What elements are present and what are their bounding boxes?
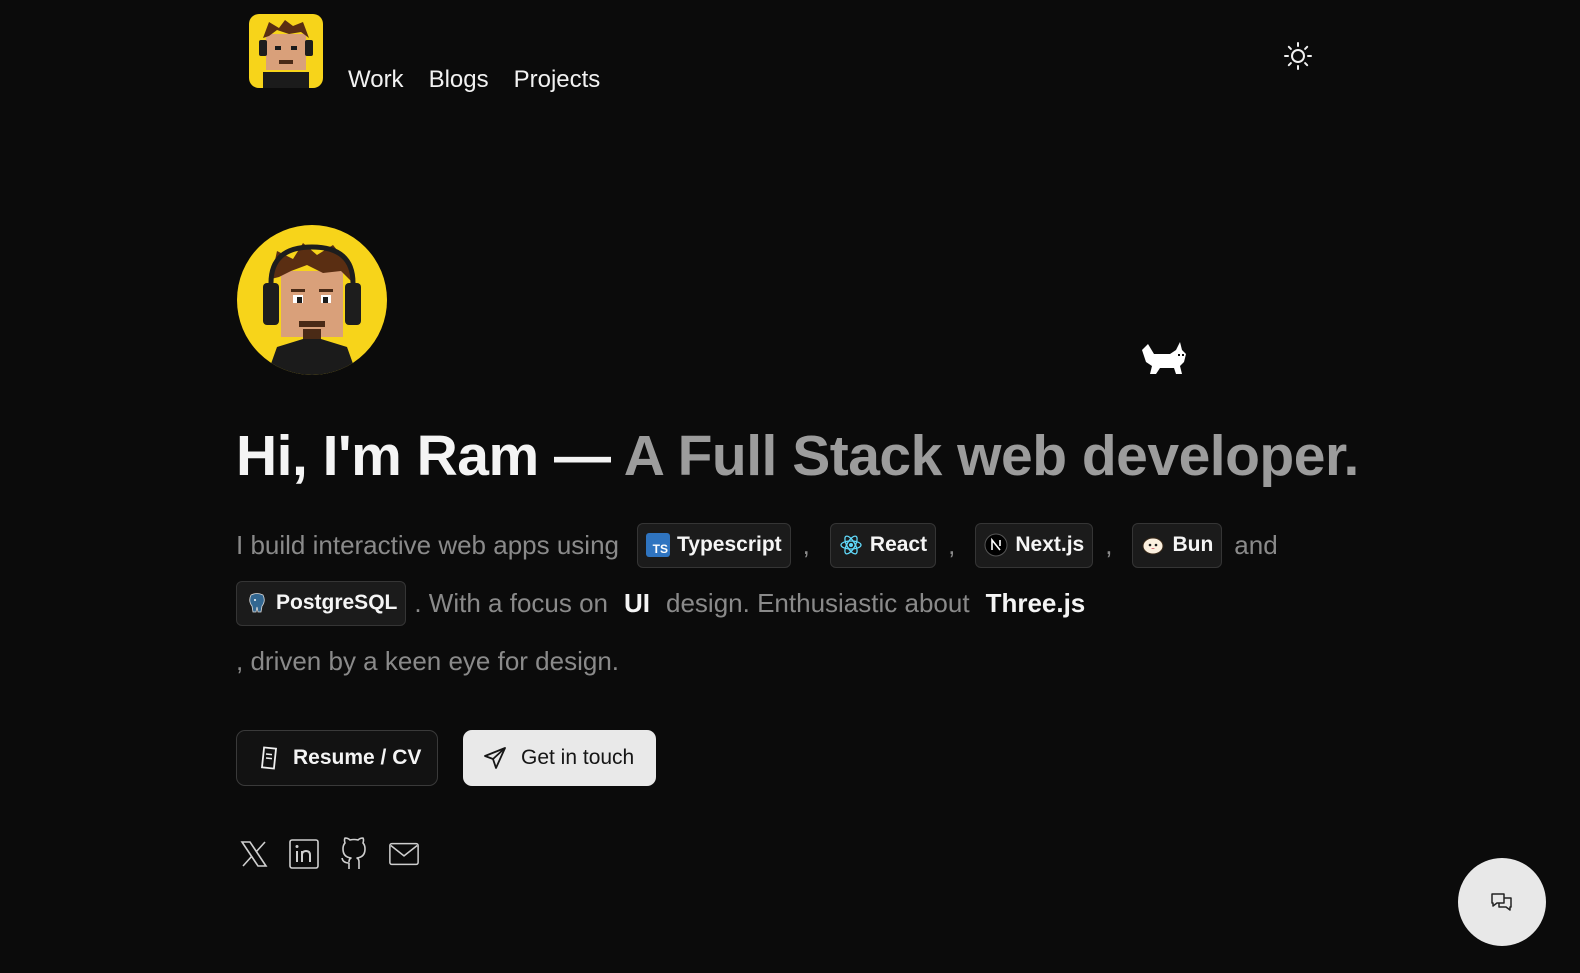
x-icon	[240, 841, 268, 867]
separator-comma: ,	[948, 529, 956, 560]
document-icon	[260, 746, 278, 770]
intro-and: and	[1234, 529, 1278, 560]
react-icon	[840, 535, 862, 555]
logo-avatar[interactable]	[249, 14, 323, 88]
tech-chip-typescript: TS Typescript	[637, 522, 791, 568]
nextjs-icon	[984, 533, 1008, 557]
linkedin-icon	[289, 839, 319, 869]
focus-word: UI	[624, 587, 651, 618]
enthusiastic-word: Three.js	[985, 587, 1086, 618]
tech-chip-postgresql: PostgreSQL	[236, 580, 407, 626]
page: Work Blogs Projects Hi, I'm Ram — A Full…	[0, 0, 1580, 973]
tech-chip-nextjs: Next.js	[975, 522, 1094, 568]
x-link[interactable]	[238, 837, 270, 871]
chat-button[interactable]	[1458, 858, 1546, 946]
bun-icon	[1142, 537, 1164, 555]
tech-chip-label: Bun	[1172, 533, 1214, 556]
github-icon	[341, 837, 366, 869]
headline-accent: A Full Stack web developer.	[623, 424, 1360, 488]
theme-toggle-button[interactable]	[1282, 40, 1314, 72]
postgresql-icon	[249, 593, 265, 613]
profile-avatar	[237, 225, 387, 375]
focus-prefix: . With a focus on	[414, 587, 609, 618]
separator-comma: ,	[1105, 529, 1113, 560]
nav-work[interactable]: Work	[348, 64, 404, 96]
contact-label: Get in touch	[521, 746, 635, 769]
tech-chip-label: Typescript	[677, 533, 782, 556]
chat-icon	[1491, 893, 1512, 911]
intro-closing: , driven by a keen eye for design.	[236, 645, 620, 676]
cat-sprite	[1140, 340, 1188, 383]
linkedin-link[interactable]	[288, 837, 320, 871]
social-links	[238, 837, 420, 871]
hero-intro: I build interactive web apps using TS Ty…	[236, 522, 1316, 696]
hero-headline: Hi, I'm Ram — A Full Stack web developer…	[236, 420, 1359, 492]
intro-line-3: , driven by a keen eye for design.	[236, 638, 1316, 684]
tech-chip-react: React	[829, 522, 937, 568]
sun-icon	[1284, 42, 1312, 70]
email-link[interactable]	[388, 837, 420, 871]
send-icon	[484, 747, 506, 769]
main-nav: Work Blogs Projects	[348, 64, 600, 96]
avatar-illustration	[259, 20, 313, 88]
resume-button[interactable]: Resume / CV	[236, 730, 438, 786]
intro-prefix: I build interactive web apps using	[236, 529, 620, 560]
intro-line-1: I build interactive web apps using TS Ty…	[236, 522, 1316, 568]
headline-lead: Hi, I'm Ram —	[236, 424, 611, 488]
mail-icon	[389, 842, 419, 866]
enthusiastic-prefix: design. Enthusiastic about	[666, 587, 970, 618]
nav-blogs[interactable]: Blogs	[429, 64, 489, 96]
cat-icon	[1142, 342, 1186, 374]
nav-projects[interactable]: Projects	[514, 64, 601, 96]
typescript-icon: TS	[646, 533, 671, 557]
resume-label: Resume / CV	[293, 746, 422, 769]
tech-chip-bun: Bun	[1132, 522, 1223, 568]
avatar-illustration	[263, 243, 361, 375]
github-link[interactable]	[338, 837, 370, 871]
tech-chip-label: Next.js	[1015, 533, 1085, 556]
tech-chip-label: React	[869, 533, 928, 556]
separator-comma: ,	[802, 529, 810, 560]
tech-chip-label: PostgreSQL	[276, 591, 398, 614]
get-in-touch-button[interactable]: Get in touch	[463, 730, 656, 786]
intro-line-2: PostgreSQL . With a focus on UI design. …	[236, 580, 1316, 626]
